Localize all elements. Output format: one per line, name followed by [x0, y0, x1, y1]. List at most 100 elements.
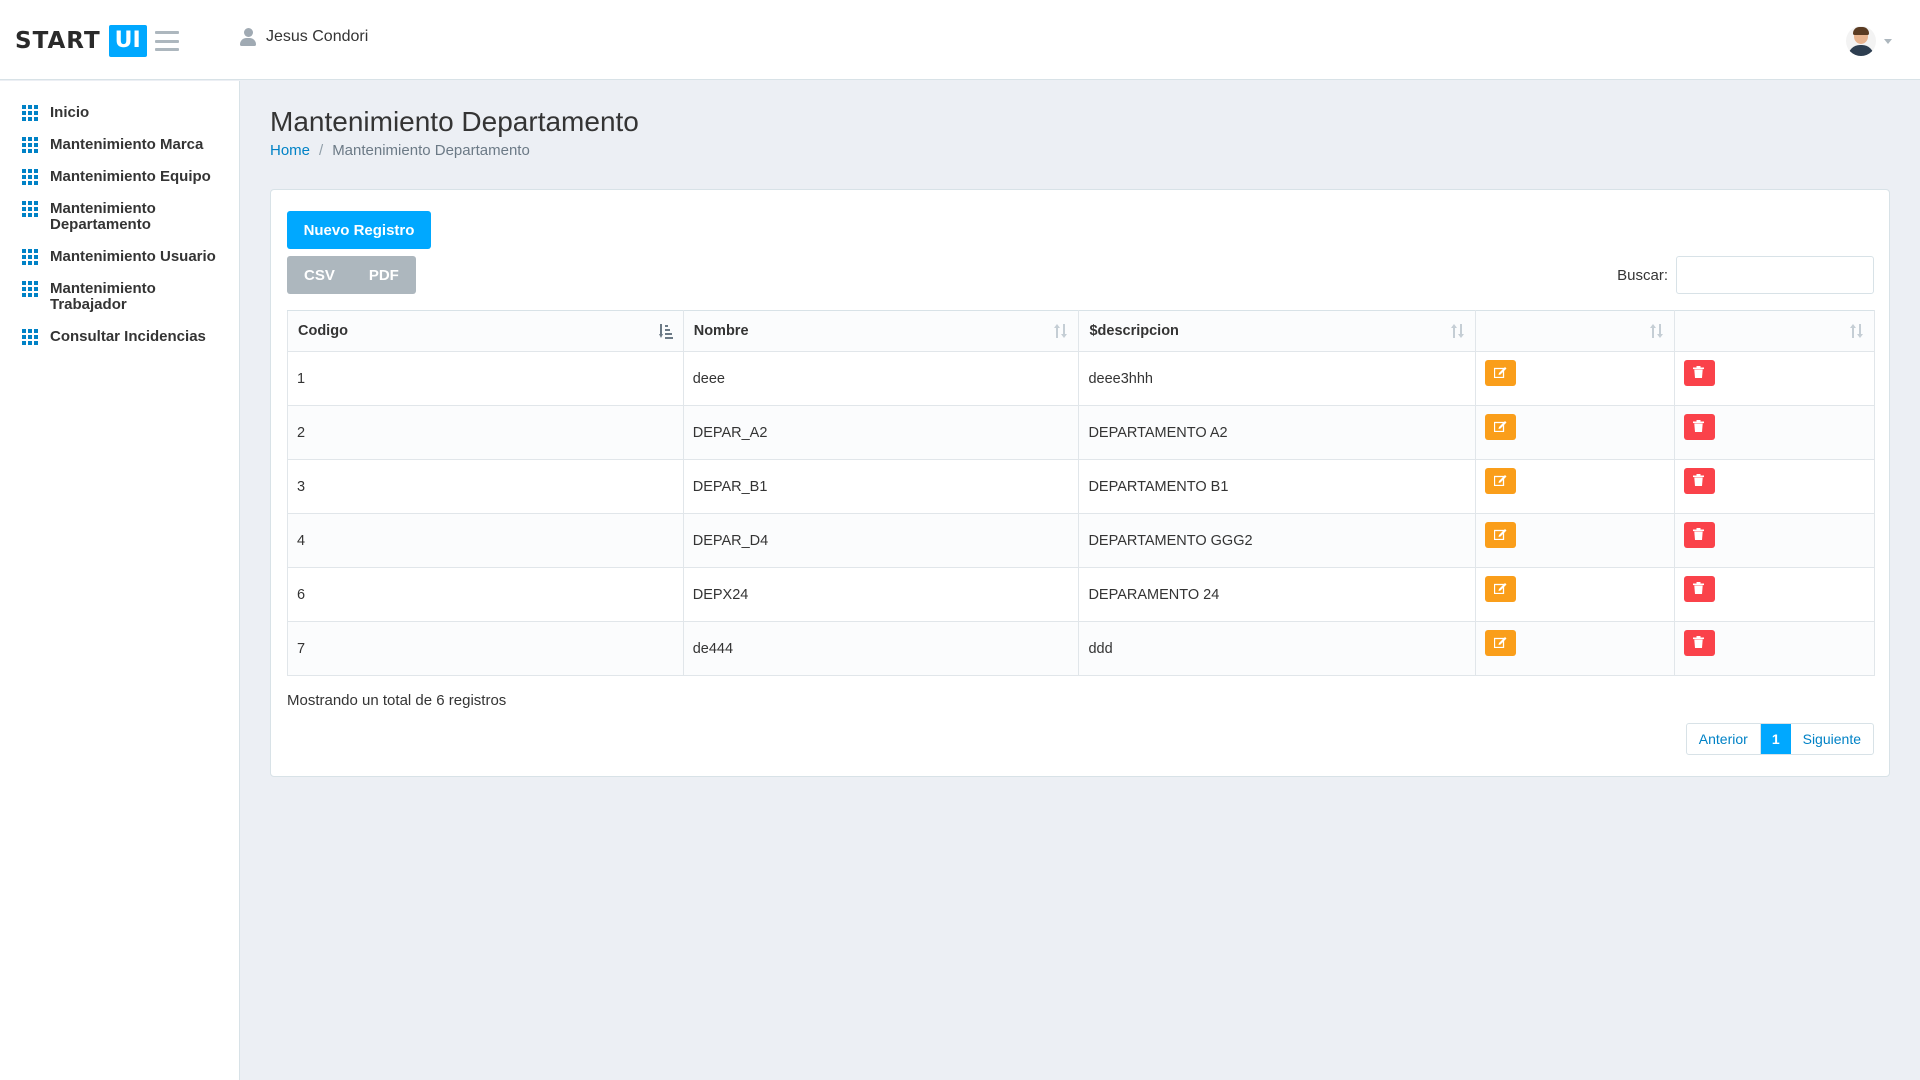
export-csv-button[interactable]: CSV	[287, 256, 352, 294]
delete-button[interactable]	[1684, 576, 1716, 602]
export-button-group: CSV PDF	[287, 256, 416, 294]
sort-icon[interactable]	[1054, 323, 1068, 339]
delete-button[interactable]	[1684, 522, 1716, 548]
sidebar-item-label: Inicio	[50, 104, 90, 121]
chevron-down-icon[interactable]	[1884, 38, 1892, 44]
cell-edit	[1475, 459, 1676, 514]
cell-nombre: DEPAR_B1	[682, 459, 1080, 514]
table-row: 4 DEPAR_D4 DEPARTAMENTO GGG2	[287, 513, 1875, 568]
data-table: Codigo Nombre $descripcion 1 deee deee3h…	[287, 310, 1875, 676]
edit-button[interactable]	[1485, 576, 1517, 602]
breadcrumb-current: Mantenimiento Departamento	[332, 142, 530, 159]
edit-button[interactable]	[1485, 468, 1517, 494]
sidebar-item-usuario[interactable]: Mantenimiento Usuario	[0, 241, 239, 273]
edit-icon	[1494, 421, 1507, 432]
sort-icon[interactable]	[1850, 323, 1864, 339]
pagination-next-button[interactable]: Siguiente	[1791, 724, 1873, 754]
pagination-previous-button[interactable]: Anterior	[1687, 724, 1761, 754]
cell-descripcion: DEPARTAMENTO A2	[1078, 405, 1477, 460]
delete-button[interactable]	[1684, 414, 1716, 440]
cell-codigo: 1	[287, 351, 684, 406]
cell-nombre: de444	[682, 621, 1080, 676]
hamburger-menu-icon[interactable]	[155, 31, 179, 51]
trash-icon	[1693, 420, 1705, 432]
sort-icon[interactable]	[1650, 323, 1664, 339]
delete-button[interactable]	[1684, 360, 1716, 386]
grid-icon	[22, 249, 38, 265]
cell-codigo: 2	[287, 405, 684, 460]
sidebar-item-equipo[interactable]: Mantenimiento Equipo	[0, 161, 239, 193]
sort-ascending-icon[interactable]	[658, 323, 673, 339]
cell-delete	[1674, 459, 1875, 514]
sidebar-item-label: Mantenimiento Marca	[50, 136, 204, 153]
edit-icon	[1494, 637, 1507, 648]
grid-icon	[22, 201, 38, 217]
table-row: 7 de444 ddd	[287, 621, 1875, 676]
cell-codigo: 4	[287, 513, 684, 568]
sidebar-item-label: Mantenimiento Trabajador	[50, 280, 156, 313]
search-box: Buscar:	[1617, 256, 1874, 294]
sidebar-item-marca[interactable]: Mantenimiento Marca	[0, 129, 239, 161]
column-header-nombre[interactable]: Nombre	[682, 310, 1080, 352]
cell-delete	[1674, 513, 1875, 568]
cell-codigo: 7	[287, 621, 684, 676]
trash-icon	[1693, 636, 1705, 648]
edit-button[interactable]	[1485, 522, 1517, 548]
cell-nombre: DEPAR_D4	[682, 513, 1080, 568]
cell-nombre: deee	[682, 351, 1080, 406]
table-row: 3 DEPAR_B1 DEPARTAMENTO B1	[287, 459, 1875, 514]
edit-icon	[1494, 529, 1507, 540]
cell-codigo: 6	[287, 567, 684, 622]
user-menu-dropdown[interactable]	[1846, 26, 1892, 56]
sidebar-item-inicio[interactable]: Inicio	[0, 97, 239, 129]
edit-button[interactable]	[1485, 630, 1517, 656]
sidebar-item-departamento[interactable]: Mantenimiento Departamento	[0, 193, 239, 241]
cell-delete	[1674, 567, 1875, 622]
cell-descripcion: deee3hhh	[1078, 351, 1477, 406]
sort-icon[interactable]	[1451, 323, 1465, 339]
breadcrumb-home-link[interactable]: Home	[270, 142, 310, 159]
column-header-delete[interactable]	[1674, 310, 1875, 352]
cell-edit	[1475, 621, 1676, 676]
sidebar-item-label: Mantenimiento Equipo	[50, 168, 211, 185]
cell-nombre: DEPX24	[682, 567, 1080, 622]
delete-button[interactable]	[1684, 468, 1716, 494]
sidebar-item-trabajador[interactable]: Mantenimiento Trabajador	[0, 273, 239, 321]
export-pdf-button[interactable]: PDF	[351, 256, 416, 294]
delete-button[interactable]	[1684, 630, 1716, 656]
sidebar-item-incidencias[interactable]: Consultar Incidencias	[0, 321, 239, 353]
edit-icon	[1494, 583, 1507, 594]
cell-edit	[1475, 405, 1676, 460]
pagination-page-1[interactable]: 1	[1760, 724, 1791, 754]
grid-icon	[22, 169, 38, 185]
column-header-descripcion[interactable]: $descripcion	[1078, 310, 1477, 352]
search-label: Buscar:	[1617, 266, 1668, 284]
trash-icon	[1693, 528, 1705, 540]
trash-icon	[1693, 366, 1705, 378]
avatar[interactable]	[1846, 26, 1876, 56]
edit-icon	[1494, 367, 1507, 378]
column-header-edit[interactable]	[1475, 310, 1676, 352]
logo-ui-badge: UI	[108, 25, 147, 57]
grid-icon	[22, 329, 38, 345]
cell-descripcion: DEPARTAMENTO B1	[1078, 459, 1477, 514]
column-header-codigo[interactable]: Codigo	[287, 310, 684, 352]
cell-delete	[1674, 621, 1875, 676]
header-user: Jesus Condori	[240, 28, 368, 46]
cell-codigo: 3	[287, 459, 684, 514]
pagination: Anterior 1 Siguiente	[1685, 723, 1874, 755]
cell-delete	[1674, 405, 1875, 460]
cell-edit	[1475, 567, 1676, 622]
cell-edit	[1475, 351, 1676, 406]
logo-start-text: START	[15, 28, 101, 54]
table-row: 6 DEPX24 DEPARAMENTO 24	[287, 567, 1875, 622]
logo[interactable]: START UI	[15, 25, 147, 57]
search-input[interactable]	[1676, 256, 1874, 294]
trash-icon	[1693, 474, 1705, 486]
sidebar-item-label: Mantenimiento Usuario	[50, 248, 216, 265]
breadcrumb-separator: /	[319, 142, 324, 159]
edit-button[interactable]	[1485, 360, 1517, 386]
new-record-button[interactable]: Nuevo Registro	[287, 211, 431, 249]
cell-nombre: DEPAR_A2	[682, 405, 1080, 460]
edit-button[interactable]	[1485, 414, 1517, 440]
